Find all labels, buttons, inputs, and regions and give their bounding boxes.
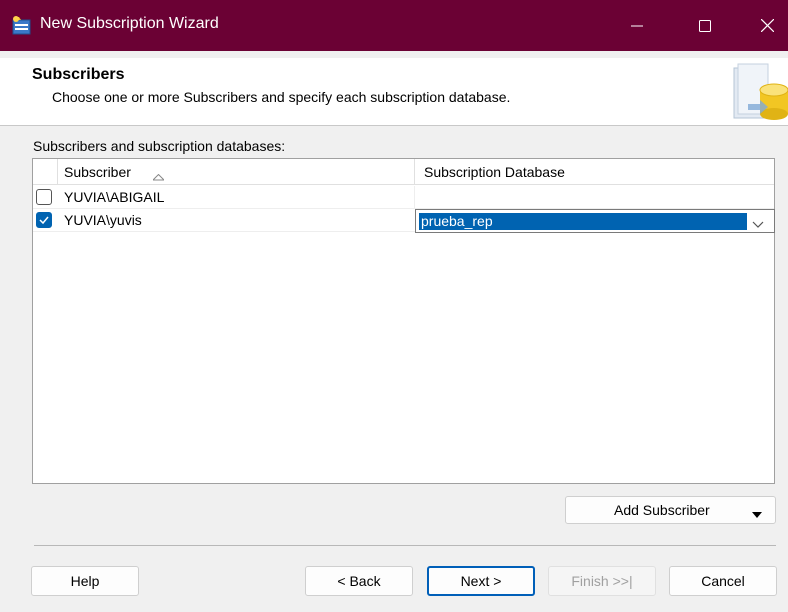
subscribers-list-label: Subscribers and subscription databases: (33, 138, 286, 154)
sort-ascending-icon (151, 168, 166, 184)
subscriber-name: YUVIA\ABIGAIL (64, 189, 165, 205)
column-separator (414, 159, 415, 185)
cell-separator (414, 186, 415, 209)
chevron-down-icon[interactable] (752, 216, 764, 232)
grid-header: Subscriber Subscription Database (33, 159, 774, 185)
close-button[interactable] (744, 0, 788, 51)
column-header-subscription-database[interactable]: Subscription Database (424, 164, 565, 180)
wizard-header: Subscribers Choose one or more Subscribe… (0, 58, 788, 126)
add-subscriber-button[interactable]: Add Subscriber (565, 496, 776, 524)
back-button[interactable]: < Back (305, 566, 413, 596)
dropdown-arrow-icon[interactable] (752, 506, 762, 522)
table-row[interactable]: YUVIA\yuvis prueba_rep (33, 209, 775, 233)
subscriber-checkbox[interactable] (36, 212, 52, 228)
column-separator (57, 159, 58, 185)
table-row[interactable]: YUVIA\ABIGAIL (33, 186, 774, 209)
minimize-button[interactable] (614, 0, 660, 51)
add-subscriber-label: Add Subscriber (614, 502, 710, 518)
subscription-database-dropdown[interactable]: prueba_rep (415, 209, 775, 233)
finish-button[interactable]: Finish >>| (548, 566, 656, 596)
subscriber-name: YUVIA\yuvis (64, 212, 142, 228)
subscription-database-value: prueba_rep (419, 213, 747, 230)
next-button[interactable]: Next > (427, 566, 535, 596)
maximize-button[interactable] (682, 0, 728, 51)
footer-divider (34, 545, 776, 546)
cancel-button[interactable]: Cancel (669, 566, 777, 596)
column-header-subscriber[interactable]: Subscriber (64, 164, 131, 180)
window-title: New Subscription Wizard (40, 15, 219, 32)
wizard-app-icon (12, 16, 32, 36)
subscribers-grid[interactable]: Subscriber Subscription Database YUVIA\A… (32, 158, 775, 484)
title-bar: New Subscription Wizard (0, 0, 788, 51)
help-button[interactable]: Help (31, 566, 139, 596)
page-subtitle: Choose one or more Subscribers and speci… (52, 89, 511, 105)
subscriber-checkbox[interactable] (36, 189, 52, 205)
page-title: Subscribers (32, 66, 125, 83)
database-graphic-icon (730, 60, 788, 126)
